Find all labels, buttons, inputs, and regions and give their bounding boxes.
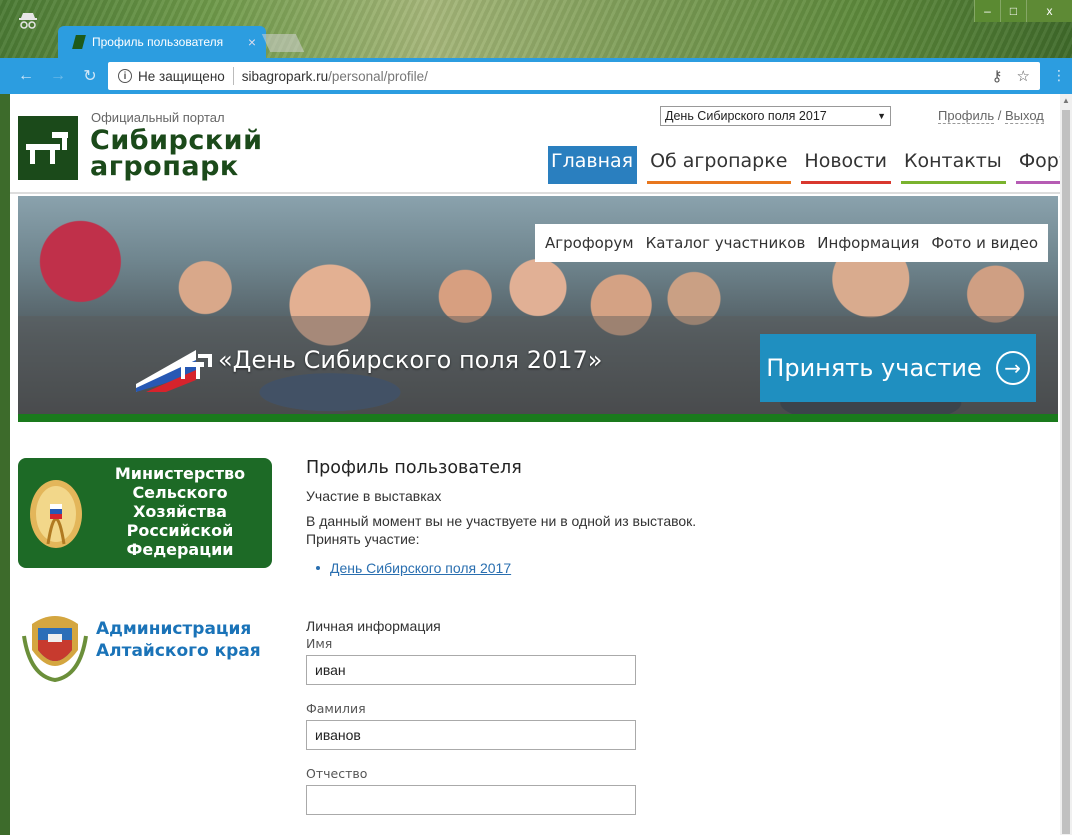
ministry-line: Сельского xyxy=(132,483,228,502)
personal-info-section: Личная информация Имя Фамилия Отчество xyxy=(306,618,636,815)
event-select[interactable]: День Сибирского поля 2017 ▼ xyxy=(660,106,891,126)
tab-close-icon[interactable]: × xyxy=(248,34,256,50)
patronymic-label: Отчество xyxy=(306,766,368,781)
ministry-line: Хозяйства xyxy=(133,502,227,521)
join-button-label: Принять участие xyxy=(766,354,982,382)
profile-content: Профиль пользователя Участие в выставках… xyxy=(306,458,1006,815)
subnav-item-agroforum[interactable]: Агрофорум xyxy=(545,234,634,252)
admin-banner[interactable]: Администрация Алтайского края xyxy=(22,606,272,682)
back-arrow-icon[interactable]: ← xyxy=(10,67,42,85)
portal-caption: Официальный портал xyxy=(91,110,225,125)
auth-links: Профиль / Выход xyxy=(938,108,1044,124)
nav-item-label: Новости xyxy=(804,150,888,172)
subnav-item-catalog[interactable]: Каталог участников xyxy=(646,234,806,252)
patronymic-input[interactable] xyxy=(306,785,636,815)
minimize-button[interactable]: – xyxy=(974,0,1000,22)
wheat-emblem-icon xyxy=(30,480,82,548)
logo-glyph-icon xyxy=(26,132,68,164)
subnav-item-info[interactable]: Информация xyxy=(817,234,919,252)
browser-menu-icon[interactable]: ⋮ xyxy=(1052,67,1066,84)
admin-line: Администрация xyxy=(96,619,252,639)
address-separator xyxy=(232,67,234,85)
address-bar[interactable]: i Не защищено sibagropark.ru/personal/pr… xyxy=(108,62,1040,90)
nav-item-about[interactable]: Об агропарке xyxy=(647,146,792,184)
nav-item-forum[interactable]: Форум xyxy=(1015,146,1060,184)
bookmark-star-icon[interactable]: ☆ xyxy=(1017,67,1030,85)
nav-underline xyxy=(901,181,1006,184)
arrow-right-circle-icon: → xyxy=(995,351,1030,385)
subnav-item-media[interactable]: Фото и видео xyxy=(931,234,1038,252)
event-select-value: День Сибирского поля 2017 xyxy=(665,109,827,123)
brand-name[interactable]: Сибирский агропарк xyxy=(90,127,263,182)
event-flag-logo-icon xyxy=(136,350,212,392)
ministry-line: Российской xyxy=(126,521,234,540)
scroll-up-icon[interactable]: ▲ xyxy=(1060,94,1072,108)
list-item: День Сибирского поля 2017 xyxy=(316,560,1006,576)
url-domain: sibagropark.ru xyxy=(241,68,329,84)
hero-headline: «День Сибирского поля 2017» xyxy=(218,346,603,374)
admin-text: Администрация Алтайского края xyxy=(96,618,261,662)
nav-item-home[interactable]: Главная xyxy=(548,146,638,184)
bullet-icon xyxy=(316,566,320,570)
sub-nav: Агрофорум Каталог участников Информация … xyxy=(535,224,1048,262)
nav-item-label: Об агропарке xyxy=(650,150,788,172)
admin-line: Алтайского края xyxy=(96,641,261,661)
brand-line-2: агропарк xyxy=(90,151,239,182)
ministry-text: Министерство Сельского Хозяйства Российс… xyxy=(90,464,270,559)
last-name-label: Фамилия xyxy=(306,701,366,716)
last-name-input[interactable] xyxy=(306,720,636,750)
maximize-button[interactable]: □ xyxy=(1000,0,1026,22)
no-participation-text: В данный момент вы не участвуете ни в од… xyxy=(306,513,697,529)
tab-title: Профиль пользователя xyxy=(92,35,224,49)
hero-green-strip xyxy=(18,414,1058,422)
site-logo[interactable] xyxy=(18,116,78,180)
header-divider xyxy=(10,192,1060,194)
join-prompt: Принять участие: xyxy=(306,531,420,547)
first-name-label: Имя xyxy=(306,636,333,651)
exhibition-link[interactable]: День Сибирского поля 2017 xyxy=(330,560,511,576)
nav-item-label: Контакты xyxy=(904,150,1002,172)
personal-heading: Личная информация xyxy=(306,618,441,634)
auth-separator: / xyxy=(994,108,1005,123)
incognito-icon xyxy=(18,10,38,34)
browser-toolbar: ← → ↻ i Не защищено sibagropark.ru/perso… xyxy=(0,58,1072,94)
join-button[interactable]: Принять участие → xyxy=(760,334,1036,402)
ministry-line: Министерство xyxy=(114,464,246,483)
nav-item-label: Форум xyxy=(1018,150,1060,172)
nav-underline xyxy=(548,181,638,184)
favicon-icon xyxy=(72,35,86,49)
reload-icon[interactable]: ↻ xyxy=(74,66,106,86)
security-label: Не защищено xyxy=(138,68,225,84)
coat-of-arms-icon xyxy=(22,616,88,682)
nav-underline xyxy=(1015,181,1060,184)
hero-banner: Агрофорум Каталог участников Информация … xyxy=(18,196,1058,414)
dropdown-arrow-icon: ▼ xyxy=(877,111,886,121)
first-name-input[interactable] xyxy=(306,655,636,685)
nav-item-label: Главная xyxy=(551,150,634,172)
scrollbar-thumb[interactable] xyxy=(1062,110,1070,834)
ministry-banner[interactable]: Министерство Сельского Хозяйства Российс… xyxy=(18,458,272,568)
profile-link[interactable]: Профиль xyxy=(938,108,995,124)
main-nav: Главная Об агропарке Новости Контакты Фо… xyxy=(548,146,1060,184)
url-path: /personal/profile/ xyxy=(328,68,428,84)
logout-link[interactable]: Выход xyxy=(1004,108,1044,124)
ministry-line: Федерации xyxy=(126,540,234,559)
page-scrollbar[interactable]: ▲ xyxy=(1060,94,1072,835)
nav-underline xyxy=(647,181,792,184)
info-icon[interactable]: i xyxy=(118,69,132,83)
forward-arrow-icon[interactable]: → xyxy=(42,67,74,85)
nav-item-contacts[interactable]: Контакты xyxy=(901,146,1006,184)
exhibitions-heading: Участие в выставках xyxy=(306,488,442,504)
nav-item-news[interactable]: Новости xyxy=(801,146,892,184)
nav-underline xyxy=(801,181,892,184)
window-controls: – □ x xyxy=(974,0,1072,22)
exhibition-list: День Сибирского поля 2017 xyxy=(316,560,1006,576)
page-viewport: Официальный портал Сибирский агропарк Де… xyxy=(10,94,1060,835)
key-icon[interactable]: ⚷ xyxy=(992,67,1003,85)
browser-tab[interactable]: Профиль пользователя × xyxy=(58,26,266,58)
close-window-button[interactable]: x xyxy=(1026,0,1072,22)
page-title: Профиль пользователя xyxy=(306,458,522,478)
